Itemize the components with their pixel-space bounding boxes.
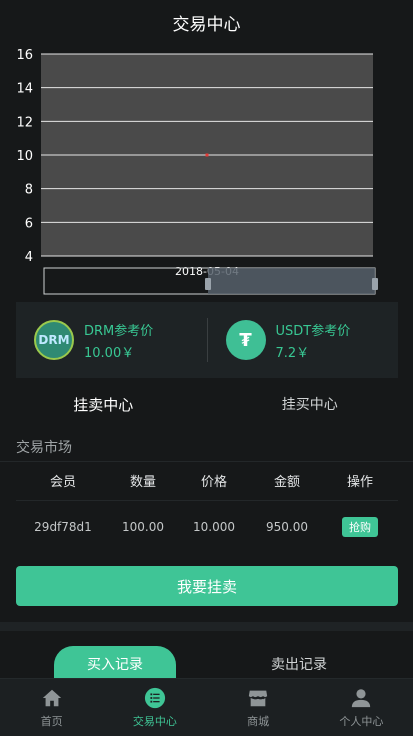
reference-prices: DRM DRM参考价 10.00￥ ₮ USDT参考价 7.2￥: [16, 302, 398, 378]
col-amount: 数量: [129, 475, 156, 490]
home-icon: [42, 689, 61, 706]
table-row: 29df78d1 100.00 10.000 950.00 抢购: [16, 517, 398, 537]
shop-icon: [248, 690, 268, 706]
y-tick-label: 16: [16, 48, 33, 63]
col-price: 价格: [200, 475, 227, 490]
usdt-price-value: 7.2￥: [275, 345, 310, 361]
drm-price-card: DRM DRM参考价 10.00￥: [16, 302, 207, 378]
tab-sell-center[interactable]: 挂卖中心: [0, 394, 207, 420]
col-action: 操作: [346, 475, 373, 490]
tabbar-label-profile: 个人中心: [339, 714, 384, 728]
y-tick-label: 4: [25, 250, 33, 265]
drm-price-label: DRM参考价: [84, 323, 154, 339]
drm-coin-icon: DRM: [34, 320, 74, 360]
tab-buy-center[interactable]: 挂买中心: [207, 394, 413, 420]
tabbar-label-trade: 交易中心: [132, 714, 177, 728]
usdt-coin-icon: ₮: [225, 320, 266, 360]
data-point: [205, 153, 209, 157]
y-tick-label: 6: [25, 216, 33, 231]
grab-button[interactable]: 抢购: [342, 517, 378, 537]
section-band: [0, 622, 413, 631]
usdt-price-label: USDT参考价: [275, 323, 351, 339]
market-title: 交易市场: [16, 440, 72, 456]
trade-center-screen: 交易中心 16 14 12 10 8 6 4 2018-05-04 DRM DRM参考价 10…: [0, 0, 413, 736]
tabbar-item-shop[interactable]: 商城: [207, 679, 310, 736]
y-tick-label: 8: [25, 183, 33, 198]
page-title: 交易中心: [172, 15, 241, 35]
zoom-slider-handle-right: [372, 278, 378, 290]
table-header: 会员 数量 价格 金额 操作: [16, 471, 398, 490]
market-tabs: 挂卖中心 挂买中心: [0, 394, 413, 420]
zoom-slider-handle-left: [205, 278, 211, 290]
tabbar-item-home[interactable]: 首页: [0, 679, 103, 736]
col-total: 金额: [273, 475, 300, 490]
row-member: 29df78d1: [34, 520, 92, 534]
tabbar-item-trade[interactable]: 交易中心: [103, 679, 206, 736]
trade-icon: [144, 687, 165, 708]
y-tick-label: 14: [16, 82, 33, 97]
drm-price-value: 10.00￥: [84, 345, 135, 361]
row-price: 10.000: [193, 520, 235, 534]
row-total: 950.00: [266, 520, 308, 534]
row-amount: 100.00: [122, 520, 164, 534]
col-member: 会员: [49, 475, 76, 490]
tabbar-item-profile[interactable]: 个人中心: [310, 679, 413, 736]
list-for-sale-button[interactable]: 我要挂卖: [16, 566, 398, 606]
tabbar-label-shop: 商城: [247, 714, 270, 728]
user-icon: [352, 688, 371, 707]
section-divider: [0, 461, 413, 462]
bottom-tabbar: 首页 交易中心 商城 个人中心: [0, 678, 413, 736]
y-tick-label: 12: [16, 115, 33, 130]
usdt-price-card: ₮ USDT参考价 7.2￥: [208, 302, 399, 378]
header-divider: [16, 500, 398, 501]
price-chart: 161412108642018-05-04: [16, 48, 378, 295]
tabbar-label-home: 首页: [40, 714, 63, 728]
sell-records-tab[interactable]: 卖出记录: [238, 654, 360, 674]
y-tick-label: 10: [16, 149, 33, 164]
zoom-slider-selection: [208, 268, 375, 294]
